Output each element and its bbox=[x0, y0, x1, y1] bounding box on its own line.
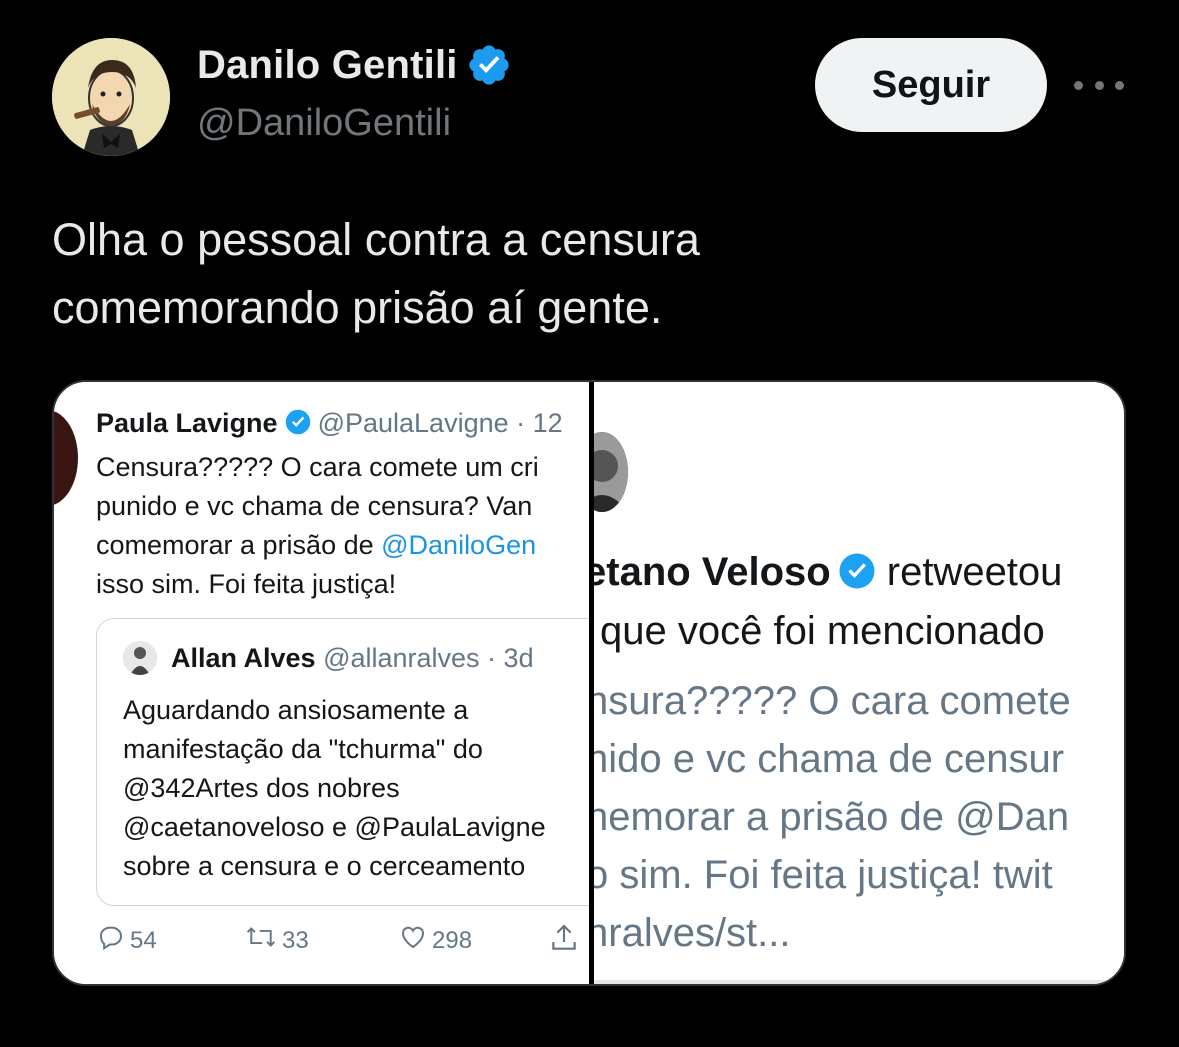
reply-icon bbox=[96, 922, 130, 959]
verified-badge-icon[interactable] bbox=[466, 42, 512, 88]
like-action: 298 bbox=[398, 922, 472, 959]
embedded-avatar bbox=[594, 432, 628, 512]
notification-quote-line: nralves/st... bbox=[594, 911, 791, 955]
share-action bbox=[548, 922, 584, 961]
follow-button[interactable]: Seguir bbox=[815, 38, 1047, 132]
embedded-handle: @PaulaLavigne · 12 bbox=[317, 408, 563, 438]
embedded-line: isso sim. Foi feita justiça! bbox=[96, 569, 397, 599]
tweet-media[interactable]: Paula Lavigne @PaulaLavigne · 12 Censura?… bbox=[52, 380, 1126, 986]
embedded-tweet-body: Censura????? O cara comete um cri punido… bbox=[96, 448, 591, 604]
embedded-action-bar: 54 33 298 bbox=[96, 922, 591, 962]
retweet-notice: etano Veloso retweetou bbox=[594, 550, 1062, 595]
embedded-avatar bbox=[54, 410, 78, 506]
more-icon[interactable] bbox=[1074, 70, 1124, 100]
quoted-line: manifestação da "tchurma" do bbox=[123, 734, 483, 764]
embedded-line-text: comemorar a prisão de bbox=[96, 530, 382, 560]
like-icon bbox=[398, 922, 432, 959]
tweet-text-line: Olha o pessoal contra a censura bbox=[52, 214, 700, 265]
retweeter-name: etano Veloso bbox=[594, 550, 831, 594]
author-name[interactable]: Danilo Gentili bbox=[197, 43, 458, 88]
embedded-mention: @DaniloGen bbox=[381, 530, 537, 560]
quoted-handle: @allanralves · 3d bbox=[323, 643, 534, 673]
retweet-action: 33 bbox=[244, 922, 309, 959]
embedded-tweet-header: Paula Lavigne @PaulaLavigne · 12 bbox=[96, 408, 563, 439]
retweet-action-text: retweetou bbox=[886, 550, 1063, 594]
media-left-screenshot[interactable]: Paula Lavigne @PaulaLavigne · 12 Censura?… bbox=[54, 382, 591, 984]
bottom-strip bbox=[594, 980, 1124, 984]
author-avatar[interactable] bbox=[52, 38, 170, 156]
notification-quote-line: o sim. Foi feita justiça! twit bbox=[594, 853, 1053, 897]
share-icon bbox=[548, 922, 584, 961]
notification-quote-line: nemorar a prisão de @Dan bbox=[594, 795, 1070, 839]
mention-notice: que você foi mencionado bbox=[600, 609, 1045, 653]
notification-quote-line: nsura????? O cara comete bbox=[594, 679, 1071, 723]
notification-quote: nsura????? O cara comete nido e vc chama… bbox=[594, 672, 1071, 962]
reply-count: 54 bbox=[130, 926, 157, 954]
tweet-text: Olha o pessoal contra a censura comemora… bbox=[52, 206, 1052, 342]
quoted-line: Aguardando ansiosamente a bbox=[123, 695, 469, 725]
quoted-line: @342Artes dos nobres bbox=[123, 773, 400, 803]
quoted-line: sobre a censura e o cerceamento bbox=[123, 851, 526, 881]
retweet-count: 33 bbox=[282, 926, 309, 954]
notification-quote-line: nido e vc chama de censur bbox=[594, 737, 1065, 781]
media-right-screenshot[interactable]: etano Veloso retweetou que você foi menci… bbox=[594, 382, 1124, 984]
quoted-author-name: Allan Alves bbox=[171, 643, 316, 673]
author-handle[interactable]: @DaniloGentili bbox=[197, 102, 451, 145]
embedded-line: punido e vc chama de censura? Van bbox=[96, 491, 533, 521]
like-count: 298 bbox=[432, 926, 473, 954]
author-name-row[interactable]: Danilo Gentili bbox=[197, 42, 512, 88]
quoted-avatar bbox=[123, 641, 157, 675]
verified-badge-icon bbox=[837, 551, 877, 591]
embedded-author-name: Paula Lavigne bbox=[96, 408, 278, 438]
retweet-icon bbox=[244, 922, 282, 959]
quoted-header: Allan Alves @allanralves · 3d bbox=[171, 643, 534, 674]
reply-action: 54 bbox=[96, 922, 157, 959]
quoted-body: Aguardando ansiosamente a manifestação d… bbox=[123, 691, 546, 886]
embedded-quote-tweet: Allan Alves @allanralves · 3d Aguardando… bbox=[96, 618, 591, 906]
embedded-line: comemorar a prisão de @DaniloGen bbox=[96, 526, 591, 565]
verified-badge-icon bbox=[284, 408, 312, 436]
embedded-line: Censura????? O cara comete um cri bbox=[96, 452, 539, 482]
tweet-text-line: comemorando prisão aí gente. bbox=[52, 282, 663, 333]
quoted-line: @caetanoveloso e @PaulaLavigne bbox=[123, 812, 546, 842]
